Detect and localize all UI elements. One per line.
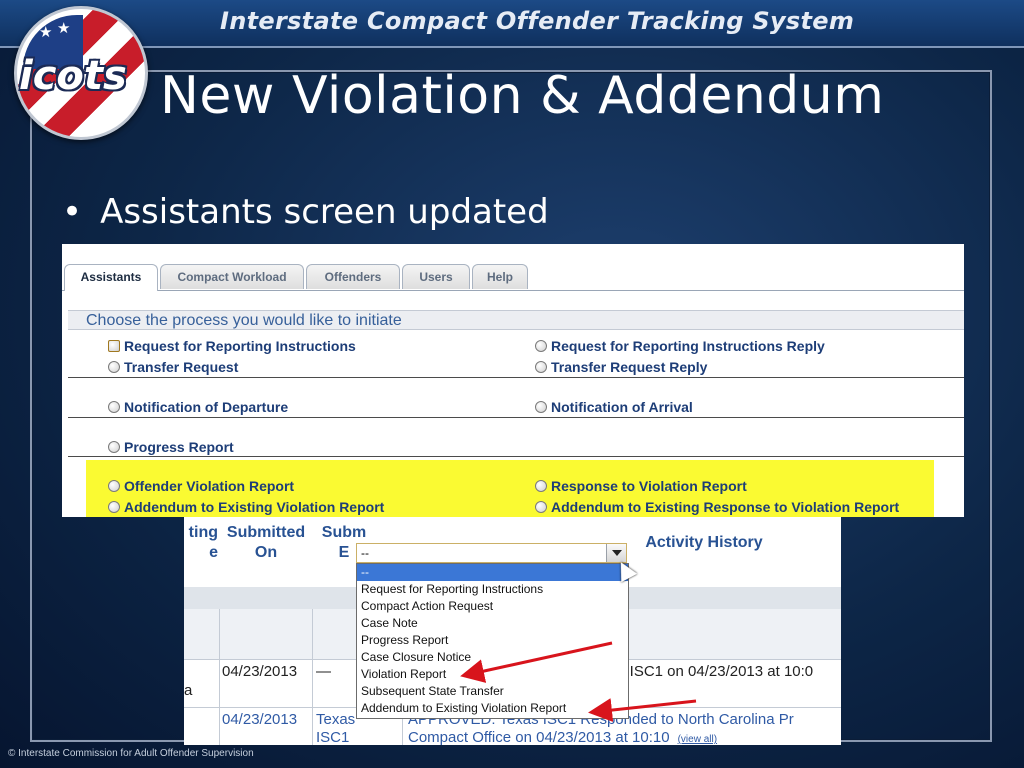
- option-notification-of-arrival[interactable]: Notification of Arrival: [535, 399, 693, 415]
- radio-icon[interactable]: [535, 501, 547, 513]
- row-divider: [68, 456, 964, 457]
- option-offender-violation-report[interactable]: Offender Violation Report: [108, 478, 294, 494]
- copyright-footer: © Interstate Commission for Adult Offend…: [8, 748, 254, 759]
- radio-icon[interactable]: [108, 480, 120, 492]
- icots-logo: ★ ★ icots: [14, 6, 148, 140]
- option-transfer-request[interactable]: Transfer Request: [108, 359, 238, 375]
- bullet-item: • Assistants screen updated: [62, 192, 549, 232]
- tab-users[interactable]: Users: [402, 264, 470, 289]
- radio-icon[interactable]: [108, 441, 120, 453]
- tab-assistants[interactable]: Assistants: [64, 264, 158, 291]
- option-addendum-violation-report[interactable]: Addendum to Existing Violation Report: [108, 499, 384, 515]
- bullet-text: Assistants screen updated: [100, 192, 549, 232]
- row-divider: [68, 417, 964, 418]
- radio-icon[interactable]: [535, 401, 547, 413]
- logo-text: icots: [19, 53, 127, 99]
- radio-icon[interactable]: [108, 401, 120, 413]
- radio-icon[interactable]: [535, 340, 547, 352]
- radio-icon[interactable]: [108, 361, 120, 373]
- tab-bar: Assistants Compact Workload Offenders Us…: [62, 264, 964, 291]
- bullet-dot-icon: •: [62, 192, 83, 232]
- option-notification-of-departure[interactable]: Notification of Departure: [108, 399, 288, 415]
- option-request-reporting-instructions[interactable]: Request for Reporting Instructions: [108, 338, 356, 354]
- title-banner: Interstate Compact Offender Tracking Sys…: [0, 0, 1024, 48]
- radio-icon[interactable]: [535, 480, 547, 492]
- tab-compact-workload[interactable]: Compact Workload: [160, 264, 304, 289]
- banner-title: Interstate Compact Offender Tracking Sys…: [220, 7, 855, 35]
- process-prompt: Choose the process you would like to ini…: [68, 310, 964, 330]
- red-arrow-violation: [460, 641, 613, 683]
- option-progress-report[interactable]: Progress Report: [108, 439, 234, 455]
- slide-title: New Violation & Addendum: [160, 66, 885, 126]
- tab-help[interactable]: Help: [472, 264, 528, 289]
- option-response-to-violation-report[interactable]: Response to Violation Report: [535, 478, 747, 494]
- radio-icon[interactable]: [108, 501, 120, 513]
- star-icon: ★: [39, 24, 53, 41]
- red-arrow-addendum: [588, 698, 697, 723]
- option-reporting-instructions-reply[interactable]: Request for Reporting Instructions Reply: [535, 338, 825, 354]
- row-divider: [68, 377, 964, 378]
- annotation-arrows: [460, 641, 697, 723]
- star-icon: ★: [57, 20, 71, 37]
- option-addendum-response-violation[interactable]: Addendum to Existing Response to Violati…: [535, 499, 899, 515]
- workload-screenshot: ting e Submitted On Subm E Activity Hist…: [184, 517, 841, 745]
- option-transfer-request-reply[interactable]: Transfer Request Reply: [535, 359, 707, 375]
- assistants-screenshot: Assistants Compact Workload Offenders Us…: [62, 244, 964, 517]
- tab-offenders[interactable]: Offenders: [306, 264, 400, 289]
- radio-icon[interactable]: [108, 340, 120, 352]
- radio-icon[interactable]: [535, 361, 547, 373]
